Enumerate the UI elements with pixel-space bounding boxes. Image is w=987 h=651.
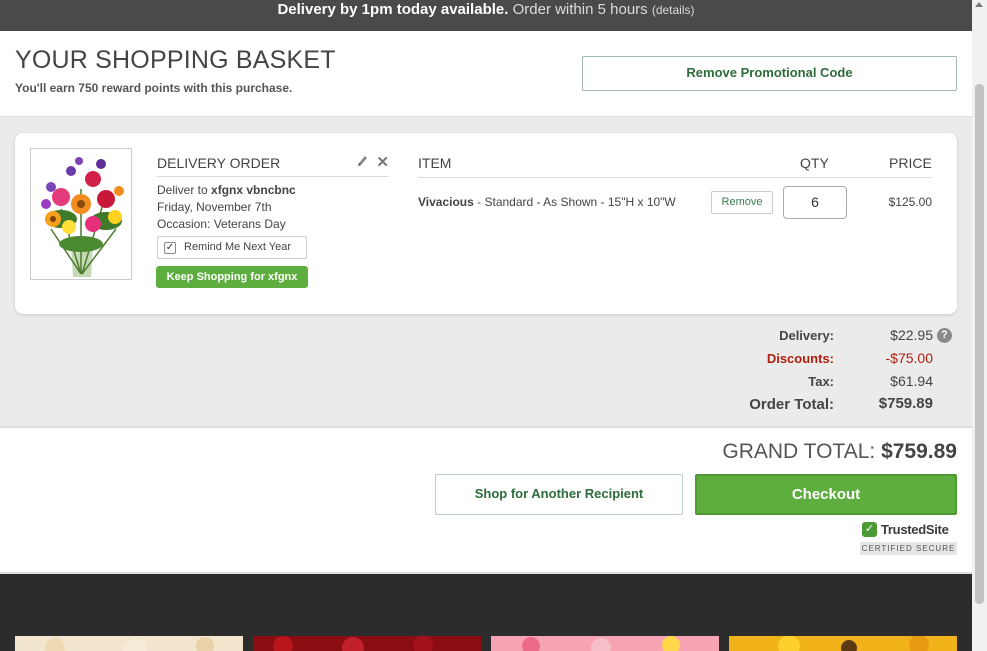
banner-light-text: Order within 5 hours <box>512 1 648 18</box>
checkout-section: GRAND TOTAL: $759.89 Shop for Another Re… <box>0 426 972 574</box>
discounts-label: Discounts: <box>766 351 834 366</box>
recommendation-thumbnail[interactable] <box>15 636 243 651</box>
scroll-up-arrow-icon[interactable] <box>975 2 983 7</box>
checkbox-check-icon[interactable]: ✓ <box>164 242 176 254</box>
delete-x-icon[interactable]: ✕ <box>376 153 389 171</box>
page-title: YOUR SHOPPING BASKET <box>15 46 336 74</box>
quantity-input[interactable]: 6 <box>783 186 847 219</box>
remind-me-checkbox[interactable]: ✓ Remind Me Next Year <box>157 236 307 259</box>
reward-points-text: You'll earn 750 reward points with this … <box>15 81 293 95</box>
recommendations-strip <box>0 574 972 651</box>
edit-pencil-icon[interactable] <box>356 154 369 168</box>
banner-details-link[interactable]: (details) <box>652 3 695 17</box>
order-total-value: $759.89 <box>878 395 933 412</box>
grand-total: GRAND TOTAL: $759.89 <box>722 440 957 464</box>
checkout-button[interactable]: Checkout <box>695 474 957 515</box>
help-question-icon[interactable]: ? <box>937 328 952 343</box>
qty-column-header: QTY <box>800 155 829 171</box>
item-detail: - Standard - As Shown - 15"H x 10"W <box>473 195 676 209</box>
tax-label: Tax: <box>808 374 834 389</box>
delivery-fee-label: Delivery: <box>779 328 834 343</box>
grand-total-value: $759.89 <box>881 440 957 463</box>
product-image[interactable] <box>30 148 132 280</box>
item-column-header: ITEM <box>418 155 452 171</box>
shop-another-recipient-button[interactable]: Shop for Another Recipient <box>435 474 683 515</box>
trusted-name: TrustedSite <box>881 522 949 537</box>
delivery-fee-value: $22.95 <box>890 327 933 343</box>
discounts-value: -$75.00 <box>885 350 933 366</box>
tax-value: $61.94 <box>890 373 933 389</box>
grand-total-label: GRAND TOTAL: <box>722 440 876 463</box>
header-divider <box>418 177 932 178</box>
item-price: $125.00 <box>888 195 932 209</box>
order-total-label: Order Total: <box>749 396 834 413</box>
recipient-name: xfgnx vbncbnc <box>211 183 296 197</box>
remove-promo-code-button[interactable]: Remove Promotional Code <box>582 56 957 91</box>
recommendation-thumbnail[interactable] <box>729 636 957 651</box>
keep-shopping-button[interactable]: Keep Shopping for xfgnx <box>156 266 308 288</box>
deliver-to-prefix: Deliver to <box>157 183 212 197</box>
delivery-order-heading: DELIVERY ORDER <box>157 155 281 171</box>
recommendation-thumbnail[interactable] <box>491 636 719 651</box>
price-column-header: PRICE <box>889 155 932 171</box>
occasion-text: Occasion: Veterans Day <box>157 217 286 231</box>
delivery-date: Friday, November 7th <box>157 200 272 214</box>
order-card: DELIVERY ORDER ✕ Deliver to xfgnx vbncbn… <box>15 133 957 314</box>
recommendation-thumbnail[interactable] <box>253 636 481 651</box>
item-name: Vivacious <box>418 195 474 209</box>
page-content: YOUR SHOPPING BASKET You'll earn 750 rew… <box>0 31 972 651</box>
basket-header: YOUR SHOPPING BASKET You'll earn 750 rew… <box>0 31 972 116</box>
deliver-to-line: Deliver to xfgnx vbncbnc <box>157 183 296 197</box>
trustedsite-badge[interactable]: ✓ TrustedSite CERTIFIED SECURE <box>860 522 957 558</box>
trusted-subtitle: CERTIFIED SECURE <box>860 542 957 555</box>
item-description: Vivacious - Standard - As Shown - 15"H x… <box>418 195 676 209</box>
delivery-order-header: DELIVERY ORDER ✕ <box>157 153 389 177</box>
remove-item-button[interactable]: Remove <box>711 191 773 214</box>
banner-bold-text: Delivery by 1pm today available. <box>277 1 509 18</box>
scroll-thumb[interactable] <box>975 84 984 604</box>
remind-label: Remind Me Next Year <box>184 241 291 253</box>
basket-section: DELIVERY ORDER ✕ Deliver to xfgnx vbncbn… <box>0 116 972 426</box>
delivery-banner: Delivery by 1pm today available. Order w… <box>0 0 972 31</box>
scrollbar[interactable] <box>972 0 987 651</box>
